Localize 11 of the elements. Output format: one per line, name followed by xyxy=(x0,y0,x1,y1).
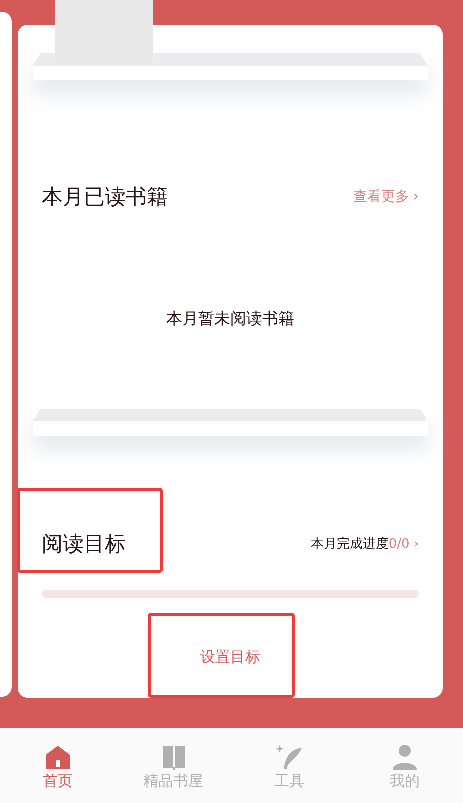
tab-item[interactable]: 首页 xyxy=(0,742,116,788)
tab-item[interactable]: 工具 xyxy=(232,742,348,788)
section-title: 本月已读书籍 xyxy=(42,184,168,211)
person-icon xyxy=(391,742,420,770)
more-link[interactable]: 查看更多 › xyxy=(353,187,419,208)
tab-item[interactable]: 精品书屋 xyxy=(116,742,232,788)
section-title: 阅读目标 xyxy=(42,530,126,558)
quill-icon xyxy=(275,742,304,770)
progress-link[interactable]: 本月完成进度0/0 › xyxy=(310,534,419,554)
tab-item[interactable]: 我的 xyxy=(347,742,463,788)
empty-message: 本月暂未阅读书籍 xyxy=(166,308,294,330)
